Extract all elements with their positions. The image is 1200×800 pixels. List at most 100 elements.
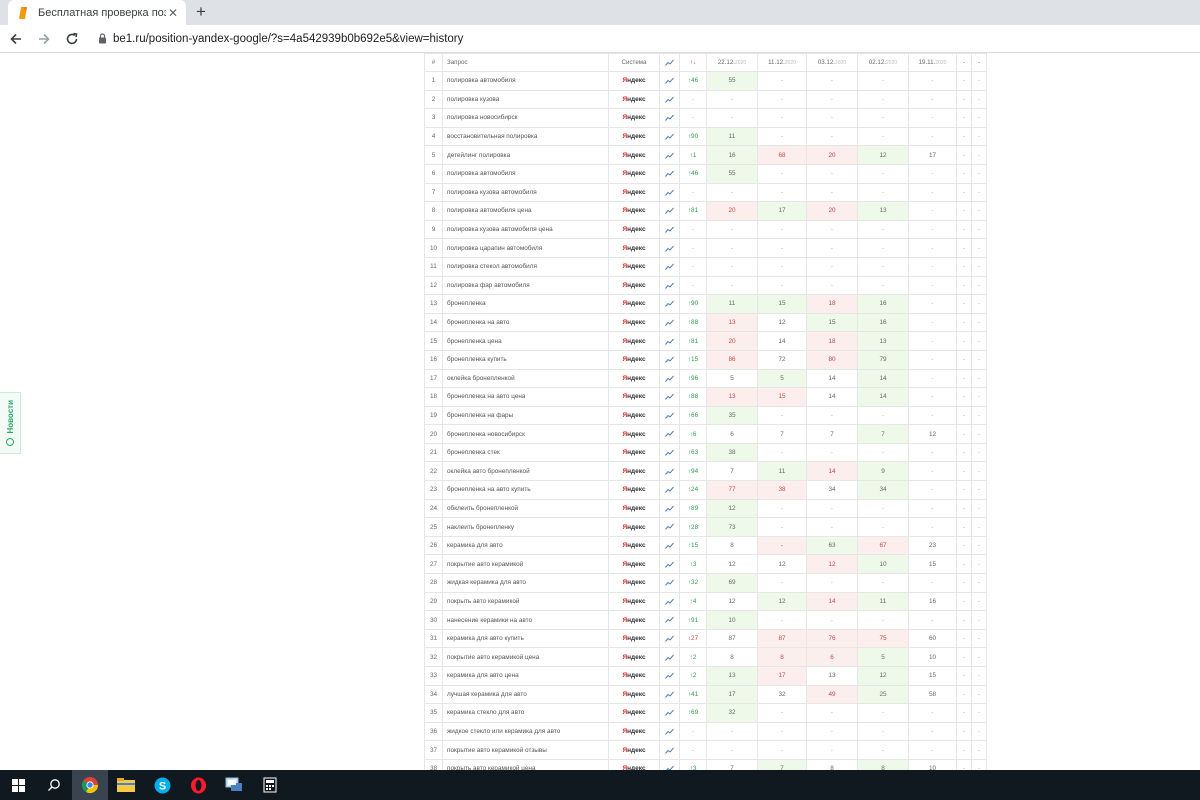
reload-button[interactable] bbox=[60, 27, 84, 51]
row-chart-button[interactable] bbox=[659, 591, 680, 612]
row-chart-button[interactable] bbox=[659, 554, 680, 575]
browser-tab[interactable]: Бесплатная проверка позиций ✕ bbox=[8, 0, 186, 25]
row-chart-button[interactable] bbox=[659, 461, 680, 482]
address-bar[interactable]: be1.ru/position-yandex-google/?s=4a54293… bbox=[98, 33, 463, 45]
row-chart-button[interactable] bbox=[659, 647, 680, 667]
taskbar-skype[interactable]: S bbox=[144, 770, 180, 800]
position-value: - bbox=[806, 163, 858, 184]
position-value: 67 bbox=[857, 535, 909, 556]
table-row: 35 керамика стекло для авто Яндекс ↑69 32- - -… bbox=[424, 703, 987, 723]
taskbar-opera[interactable] bbox=[180, 770, 216, 800]
chart-icon bbox=[665, 710, 674, 717]
row-chart-button[interactable] bbox=[659, 703, 680, 723]
row-chart-button[interactable] bbox=[659, 610, 680, 630]
col-change-sort-header[interactable]: ↑↓ bbox=[679, 53, 707, 72]
col-date-header-2[interactable]: 11.12.2020 bbox=[757, 53, 807, 72]
row-chart-button[interactable] bbox=[659, 312, 680, 333]
row-chart-button[interactable] bbox=[659, 294, 680, 314]
taskbar-chrome[interactable] bbox=[72, 770, 108, 800]
tab-close-icon[interactable]: ✕ bbox=[166, 6, 180, 20]
taskbar-network-app[interactable] bbox=[216, 770, 252, 800]
row-chart-button[interactable] bbox=[659, 535, 680, 556]
row-chart-button[interactable] bbox=[659, 517, 680, 537]
search-engine-label: Яндекс bbox=[608, 591, 660, 612]
row-chart-button[interactable] bbox=[659, 126, 680, 147]
taskbar-calculator-app[interactable] bbox=[252, 770, 288, 800]
table-row: 10 полировка царапин автомобиля Яндекс - - - -… bbox=[424, 238, 987, 258]
position-value: 73 bbox=[706, 517, 758, 537]
row-chart-button[interactable] bbox=[659, 145, 680, 165]
extra-value: - bbox=[971, 219, 987, 240]
row-chart-button[interactable] bbox=[659, 424, 680, 444]
col-date-header-4[interactable]: 02.12.2020 bbox=[857, 53, 909, 72]
extra-value: - bbox=[956, 461, 972, 482]
position-change: ↑1 bbox=[679, 145, 707, 165]
row-chart-button[interactable] bbox=[659, 740, 680, 760]
extra-value: - bbox=[956, 256, 972, 277]
new-tab-button[interactable]: + bbox=[192, 3, 210, 21]
row-number: 35 bbox=[424, 703, 443, 723]
row-chart-button[interactable] bbox=[659, 573, 680, 593]
row-chart-button[interactable] bbox=[659, 666, 680, 686]
position-value: - bbox=[806, 721, 858, 742]
row-chart-button[interactable] bbox=[659, 442, 680, 463]
taskbar-search-button[interactable] bbox=[36, 770, 72, 800]
row-chart-button[interactable] bbox=[659, 89, 680, 110]
engine-label-rest: ндекс bbox=[627, 430, 646, 438]
start-button[interactable] bbox=[0, 770, 36, 800]
chart-icon bbox=[665, 226, 674, 233]
table-row: 4 восстановительная полировка Яндекс ↑90 11-… bbox=[424, 126, 987, 147]
row-chart-button[interactable] bbox=[659, 275, 680, 296]
row-chart-button[interactable] bbox=[659, 219, 680, 240]
row-chart-button[interactable] bbox=[659, 368, 680, 389]
row-chart-button[interactable] bbox=[659, 108, 680, 128]
position-value: 5 bbox=[706, 368, 758, 389]
date-main: 22.12. bbox=[717, 59, 736, 66]
row-chart-button[interactable] bbox=[659, 758, 680, 770]
table-row: 31 керамика для авто купить Яндекс ↓27 87 87 7… bbox=[424, 628, 987, 649]
col-system-header[interactable]: Система bbox=[608, 53, 660, 72]
row-chart-button[interactable] bbox=[659, 201, 680, 221]
engine-label-rest: ндекс bbox=[627, 151, 646, 159]
row-chart-button[interactable] bbox=[659, 684, 680, 705]
table-row: 13 бронепленка Яндекс ↑90 11 15 18 16- - - bbox=[424, 294, 987, 314]
row-chart-button[interactable] bbox=[659, 498, 680, 519]
back-button[interactable] bbox=[4, 27, 28, 51]
taskbar-file-explorer[interactable] bbox=[108, 770, 144, 800]
row-chart-button[interactable] bbox=[659, 163, 680, 184]
row-chart-button[interactable] bbox=[659, 71, 680, 91]
search-engine-label: Яндекс bbox=[608, 498, 660, 519]
row-chart-button[interactable] bbox=[659, 256, 680, 277]
extra-value: - bbox=[971, 89, 987, 110]
position-value: 60 bbox=[908, 628, 957, 649]
search-engine-label: Яндекс bbox=[608, 740, 660, 760]
col-date-header-1[interactable]: 22.12.2020 bbox=[706, 53, 758, 72]
position-value: 68 bbox=[757, 145, 807, 165]
col-date-header-3[interactable]: 03.12.2020 bbox=[806, 53, 858, 72]
row-chart-button[interactable] bbox=[659, 480, 680, 500]
row-chart-button[interactable] bbox=[659, 349, 680, 370]
position-value: 11 bbox=[706, 126, 758, 147]
position-value: - bbox=[908, 610, 957, 630]
row-chart-button[interactable] bbox=[659, 238, 680, 258]
row-chart-button[interactable] bbox=[659, 182, 680, 203]
position-value: 18 bbox=[806, 331, 858, 351]
news-side-tab[interactable]: Новости bbox=[0, 392, 21, 454]
position-change: ↑6 bbox=[679, 424, 707, 444]
table-row: 1 полировка автомобиля Яндекс ↑46 55- - - - - - bbox=[424, 71, 987, 91]
col-date-header-5[interactable]: 19.11.2020 bbox=[908, 53, 957, 72]
row-chart-button[interactable] bbox=[659, 721, 680, 742]
row-chart-button[interactable] bbox=[659, 387, 680, 407]
forward-button[interactable] bbox=[32, 27, 56, 51]
row-chart-button[interactable] bbox=[659, 628, 680, 649]
extra-value: - bbox=[971, 145, 987, 165]
col-query-header[interactable]: Запрос bbox=[442, 53, 609, 72]
extra-value: - bbox=[971, 108, 987, 128]
search-icon bbox=[48, 779, 60, 791]
news-label: Новости bbox=[5, 400, 15, 434]
position-value: 34 bbox=[806, 480, 858, 500]
extra-value: - bbox=[971, 535, 987, 556]
row-chart-button[interactable] bbox=[659, 331, 680, 351]
table-row: 22 оклейка авто бронепленкой Яндекс ↑94 7 11 1… bbox=[424, 461, 987, 482]
row-chart-button[interactable] bbox=[659, 405, 680, 426]
